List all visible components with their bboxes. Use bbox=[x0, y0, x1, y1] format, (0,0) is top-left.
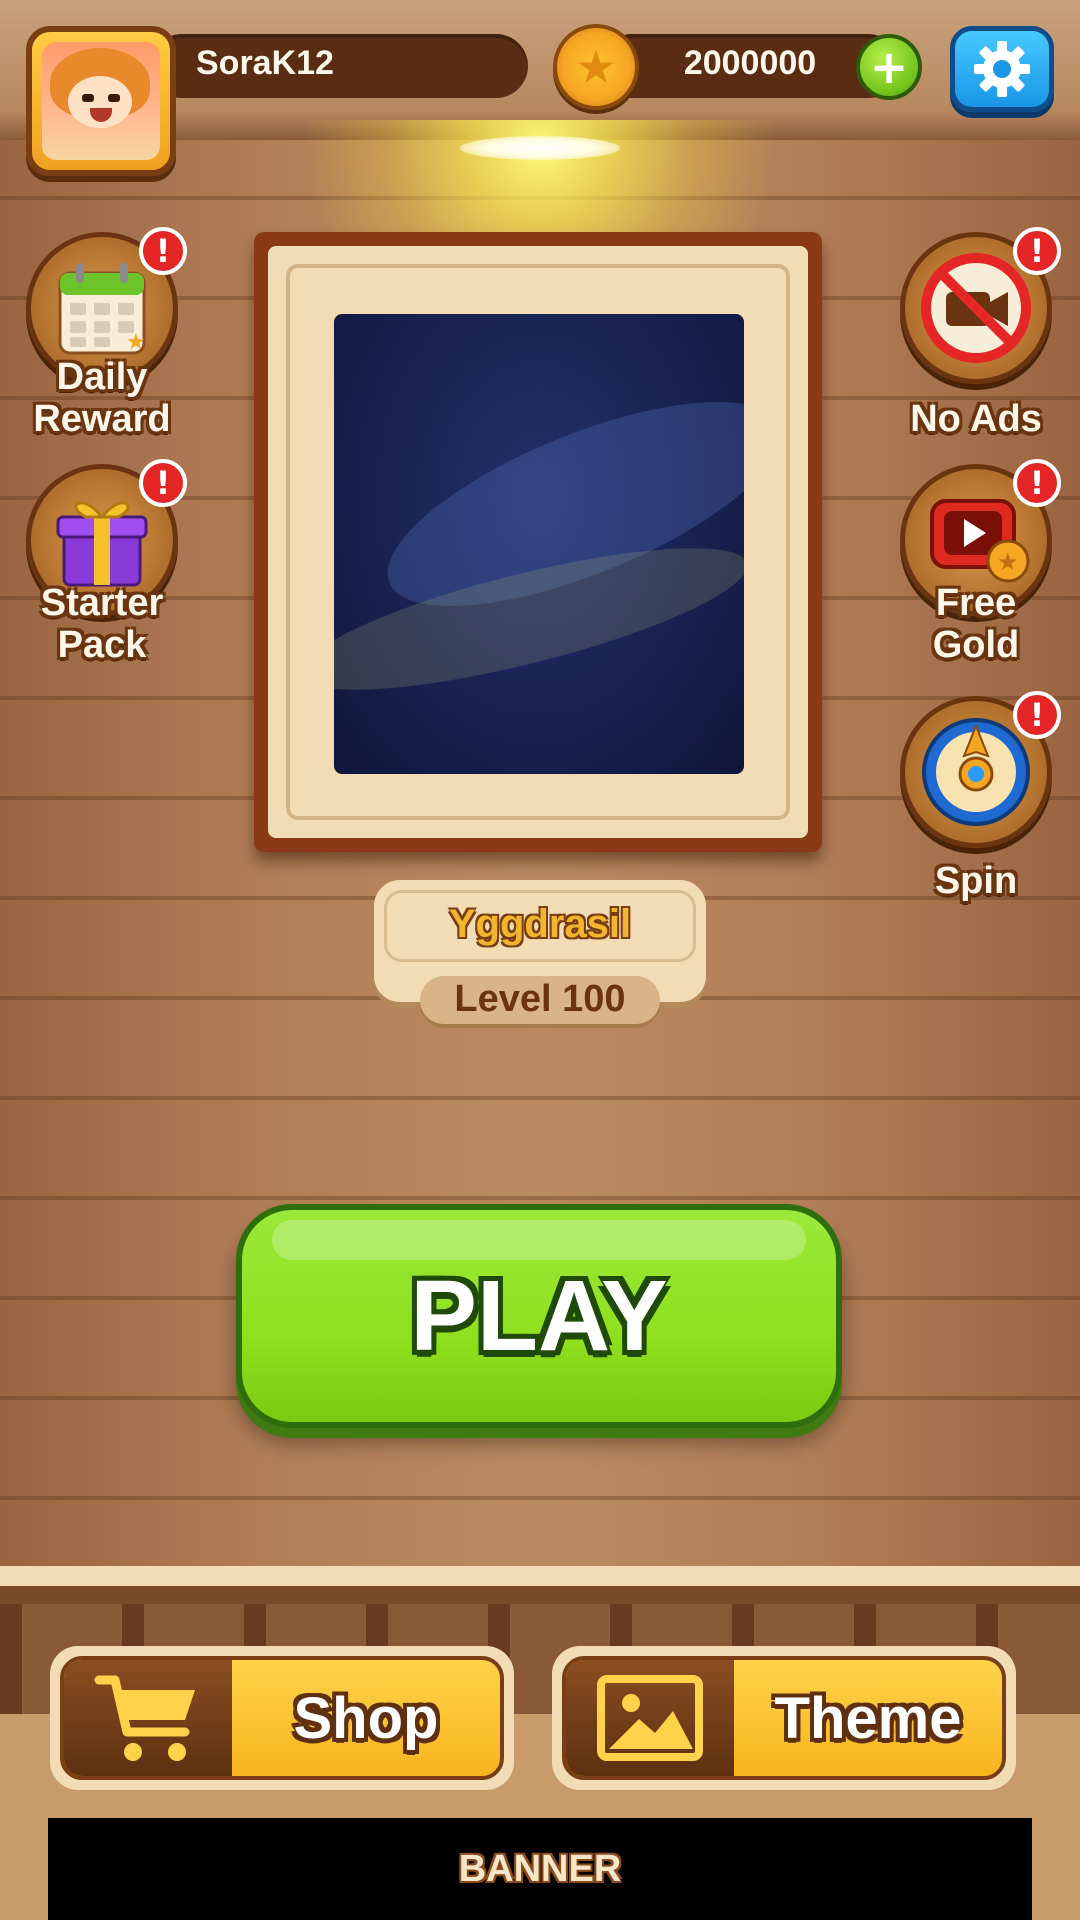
label-line: Spin bbox=[934, 860, 1018, 902]
player-name: SoraK12 bbox=[196, 44, 334, 82]
theme-icon-area bbox=[566, 1660, 734, 1776]
notification-badge: ! bbox=[139, 459, 187, 507]
free-gold-label: Free Gold bbox=[886, 582, 1066, 666]
starter-pack-label: Starter Pack bbox=[12, 582, 192, 666]
plus-icon: + bbox=[869, 40, 909, 94]
avatar-image bbox=[42, 42, 160, 160]
gold-amount: 2000000 bbox=[683, 44, 817, 82]
svg-text:★: ★ bbox=[997, 548, 1019, 576]
play-button[interactable]: PLAY bbox=[236, 1204, 842, 1428]
no-ads-label: No Ads bbox=[886, 398, 1066, 440]
notification-badge: ! bbox=[139, 227, 187, 275]
level-preview-image[interactable] bbox=[334, 314, 744, 774]
level-name: Yggdrasil bbox=[448, 902, 632, 946]
ad-banner[interactable]: BANNER bbox=[48, 1818, 1032, 1920]
daily-reward-label: Daily Reward bbox=[12, 356, 192, 440]
image-icon bbox=[597, 1675, 703, 1761]
banner-label: BANNER bbox=[458, 1847, 622, 1890]
notification-badge: ! bbox=[1013, 691, 1061, 739]
ceiling-lamp bbox=[460, 136, 620, 160]
label-line: Daily bbox=[56, 356, 148, 398]
label-line: Reward bbox=[33, 398, 171, 440]
no-ads-button[interactable]: ! bbox=[900, 227, 1061, 384]
label-line: Starter bbox=[40, 582, 164, 624]
notification-badge: ! bbox=[1013, 227, 1061, 275]
avatar[interactable] bbox=[26, 26, 176, 176]
level-number: Level 100 bbox=[454, 978, 626, 1020]
floor-rail bbox=[0, 1566, 1080, 1586]
theme-button[interactable]: Theme bbox=[552, 1646, 1016, 1790]
add-gold-button[interactable]: + bbox=[856, 34, 922, 100]
spin-button[interactable]: ! bbox=[900, 691, 1061, 848]
theme-label: Theme bbox=[774, 1685, 962, 1751]
svg-text:★: ★ bbox=[126, 330, 146, 355]
play-label: PLAY bbox=[410, 1259, 668, 1372]
notification-badge: ! bbox=[1013, 459, 1061, 507]
label-line: Pack bbox=[57, 624, 147, 666]
star-icon: ★ bbox=[575, 40, 617, 94]
avatar-eye bbox=[82, 94, 94, 102]
avatar-eye bbox=[108, 94, 120, 102]
gear-icon bbox=[974, 41, 1030, 97]
coin-icon: ★ bbox=[553, 24, 639, 110]
label-line: Gold bbox=[932, 624, 1020, 666]
label-line: Free bbox=[935, 582, 1017, 624]
cart-icon bbox=[94, 1675, 195, 1761]
spin-label: Spin bbox=[886, 860, 1066, 902]
label-line: No Ads bbox=[910, 398, 1042, 440]
shop-label: Shop bbox=[293, 1685, 439, 1751]
shop-button[interactable]: Shop bbox=[50, 1646, 514, 1790]
shop-icon-area bbox=[64, 1660, 232, 1776]
floor-rail-shadow bbox=[0, 1586, 1080, 1604]
settings-button[interactable] bbox=[950, 26, 1054, 112]
shop-button-body: Shop bbox=[60, 1656, 504, 1780]
theme-button-body: Theme bbox=[562, 1656, 1006, 1780]
